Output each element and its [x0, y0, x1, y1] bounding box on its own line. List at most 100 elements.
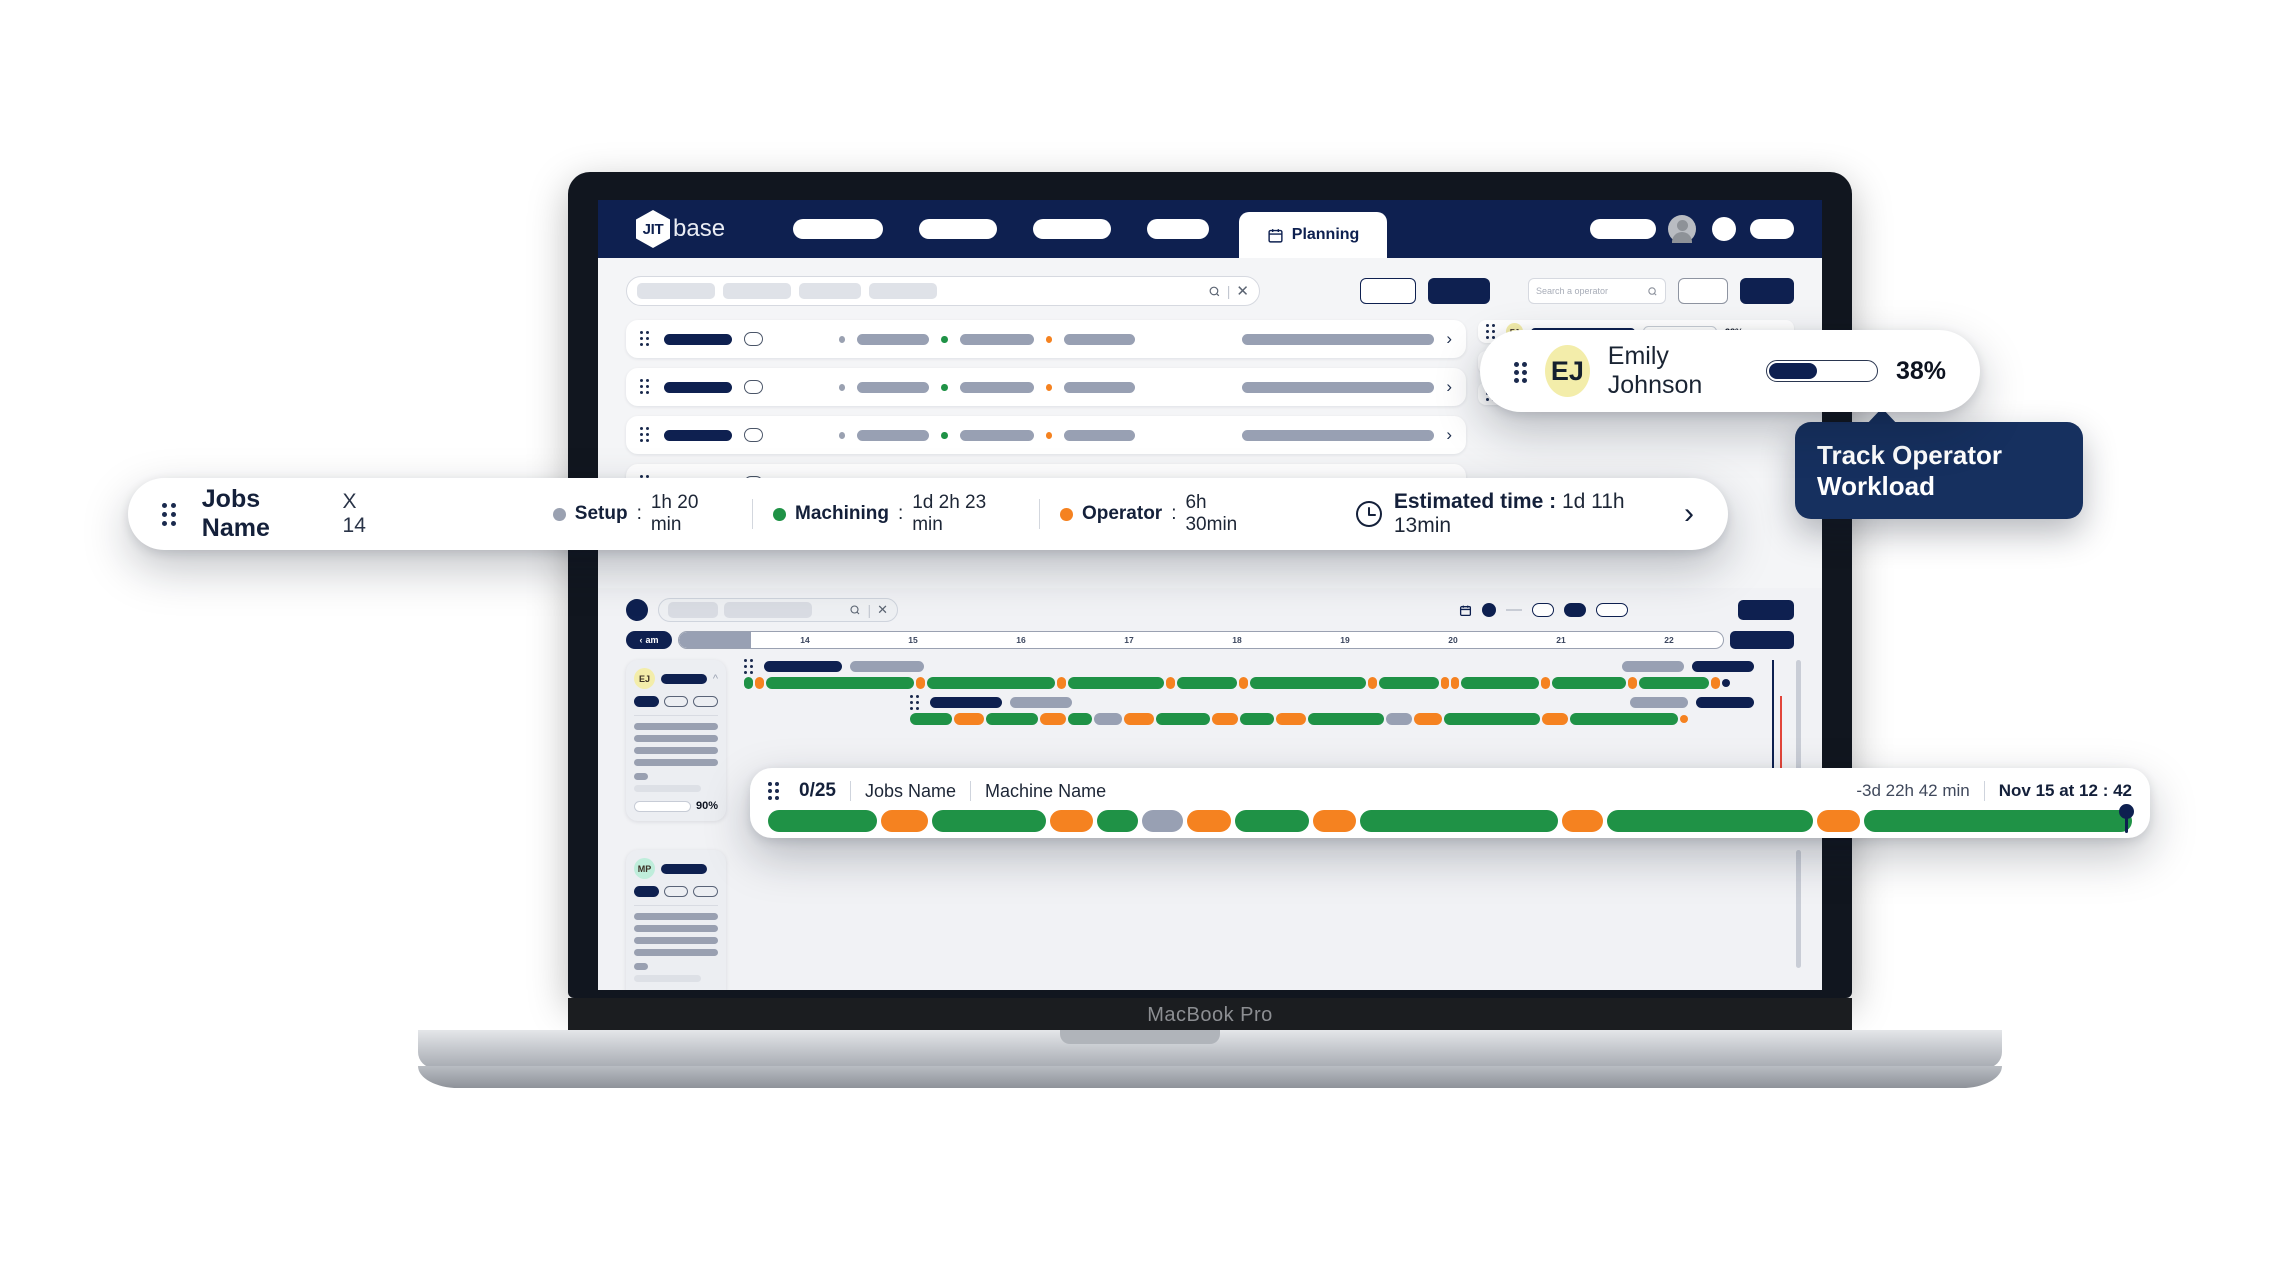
drag-handle-icon[interactable]: [640, 331, 652, 347]
timeline-bar[interactable]: [768, 804, 2134, 833]
panel-pill-3[interactable]: [693, 696, 719, 707]
table-row[interactable]: ›: [626, 416, 1466, 454]
drag-handle-icon[interactable]: [1514, 361, 1527, 383]
operator-panel-mp[interactable]: MP: [626, 850, 726, 990]
drag-handle-icon[interactable]: [910, 694, 922, 711]
estimated-time-label: Estimated time: [1393, 490, 1544, 513]
timeline-job-card[interactable]: 0/25 Jobs Name Machine Name -3d 22h 42 m…: [750, 768, 2150, 838]
add-button[interactable]: [1740, 278, 1794, 304]
legend-setup: Setup : 1h 20 min: [553, 492, 732, 536]
drag-handle-icon[interactable]: [640, 379, 652, 395]
job-summary-card[interactable]: Jobs Name X 14 Setup : 1h 20 min Machini…: [128, 478, 1728, 550]
search-icon[interactable]: [1208, 285, 1221, 298]
tooltip-track-operator-workload: Track Operator Workload: [1795, 422, 2083, 520]
panel-pill-active[interactable]: [634, 696, 659, 707]
toolbar-secondary-button[interactable]: [1360, 278, 1416, 304]
chevron-right-icon[interactable]: ›: [1446, 425, 1452, 445]
nav-item-3[interactable]: [1033, 219, 1112, 239]
gantt-bar-row[interactable]: [744, 677, 1754, 689]
close-icon[interactable]: ✕: [1236, 282, 1249, 300]
row-toggle[interactable]: [744, 332, 764, 346]
panel-pill-2[interactable]: [663, 696, 689, 707]
legend-machining-value: 1d 2h 23 min: [912, 492, 987, 535]
chevron-right-icon[interactable]: ›: [1446, 377, 1452, 397]
row-toggle[interactable]: [744, 380, 764, 394]
calendar-icon[interactable]: [1459, 604, 1472, 617]
gantt-lane-2[interactable]: [910, 694, 1754, 725]
view-toggle-b[interactable]: [1564, 603, 1586, 617]
search-icon[interactable]: [849, 604, 861, 616]
chevron-right-icon[interactable]: ›: [1446, 329, 1452, 349]
jitbase-logo[interactable]: JIT base: [636, 210, 725, 248]
nav-action-2[interactable]: [1750, 219, 1794, 239]
drag-handle-icon[interactable]: [768, 781, 783, 801]
avatar[interactable]: [1668, 215, 1696, 243]
search-icon[interactable]: [1647, 286, 1658, 297]
ruler-tick: 19: [1340, 635, 1350, 645]
timeline-delta: -3d 22h 42 min: [1856, 781, 1970, 800]
ruler-tick: 16: [1016, 635, 1026, 645]
legend-machining: Machining : 1d 2h 23 min: [773, 492, 1019, 536]
nav-item-2[interactable]: [919, 219, 998, 239]
marker-pin-icon: [1680, 715, 1688, 723]
job-count: X 14: [342, 490, 366, 537]
row-toggle[interactable]: [744, 428, 764, 442]
drag-handle-icon[interactable]: [162, 503, 180, 526]
table-row[interactable]: ›: [626, 320, 1466, 358]
am-period-button[interactable]: ‹ am: [626, 631, 672, 649]
ruler-next-button[interactable]: [1730, 631, 1794, 649]
calendar-icon: [1268, 228, 1283, 243]
legend-setup-label: Setup: [574, 503, 628, 524]
toolbar-primary-button[interactable]: [1428, 278, 1490, 304]
drag-handle-icon[interactable]: [640, 427, 652, 443]
table-row[interactable]: ›: [626, 368, 1466, 406]
gantt-menu-button[interactable]: [626, 599, 648, 621]
drag-handle-icon[interactable]: [744, 658, 756, 675]
gantt-action-button[interactable]: [1738, 600, 1794, 620]
tab-planning[interactable]: Planning: [1239, 212, 1388, 258]
logo-text: base: [673, 215, 726, 242]
view-toggle-c[interactable]: [1596, 603, 1628, 617]
legend-machining-label: Machining: [795, 503, 889, 524]
chevron-up-icon[interactable]: ^: [713, 673, 718, 685]
filter-button[interactable]: [1678, 278, 1728, 304]
avatar: EJ: [1545, 345, 1590, 397]
gantt-toolbar: | ✕: [626, 596, 1794, 624]
estimated-time: Estimated time : 1d 11h 13min: [1393, 490, 1625, 537]
chevron-right-icon[interactable]: ›: [1684, 497, 1694, 531]
close-icon[interactable]: ✕: [877, 602, 888, 618]
machining-dot-icon: [773, 507, 786, 521]
operator-search-placeholder: Search a operator: [1536, 286, 1609, 296]
view-toggle-a[interactable]: [1532, 603, 1554, 617]
ruler-tick: 14: [800, 635, 810, 645]
scrollbar-vertical-2[interactable]: [1796, 850, 1801, 968]
operator-name: Emily Johnson: [1607, 342, 1703, 399]
gantt-search-input[interactable]: | ✕: [658, 598, 898, 622]
operator-search-input[interactable]: Search a operator: [1528, 278, 1666, 304]
am-label: am: [645, 635, 659, 645]
nav-item-1[interactable]: [793, 219, 884, 239]
gantt-bar-row[interactable]: [910, 713, 1754, 725]
panel-pill-3[interactable]: [693, 886, 719, 897]
marker-pin-icon: [2119, 804, 2134, 833]
operator-dot-icon: [1060, 507, 1073, 521]
tooltip-line-2: Workload: [1817, 470, 1935, 501]
gantt-lane-1[interactable]: [744, 658, 1754, 689]
ruler-tick: 17: [1124, 635, 1134, 645]
timeline-count: 0/25: [799, 780, 836, 801]
panel-pill-2[interactable]: [663, 886, 689, 897]
panel-pill-active[interactable]: [634, 886, 659, 897]
nav-item-4[interactable]: [1147, 219, 1210, 239]
workload-progress-bar: [1765, 360, 1878, 382]
logo-mark: JIT: [636, 210, 670, 248]
operator-card-emily-johnson[interactable]: EJ Emily Johnson 38%: [1480, 330, 1980, 412]
ruler-track[interactable]: 14 15 16 17 18 19 20 21 22: [678, 631, 1724, 649]
nav-circle-button[interactable]: [1712, 217, 1736, 241]
nav-action-1[interactable]: [1590, 219, 1656, 239]
tab-planning-label: Planning: [1291, 226, 1360, 243]
operator-panel-ej[interactable]: EJ ^ 90%: [626, 660, 726, 821]
view-dot-toggle[interactable]: [1482, 603, 1496, 617]
search-input[interactable]: | ✕: [626, 276, 1260, 306]
timeline-ruler[interactable]: ‹ am 14 15 16 17 18 19 20 21 22: [626, 630, 1794, 650]
timeline-job-name: Jobs Name: [864, 780, 957, 801]
